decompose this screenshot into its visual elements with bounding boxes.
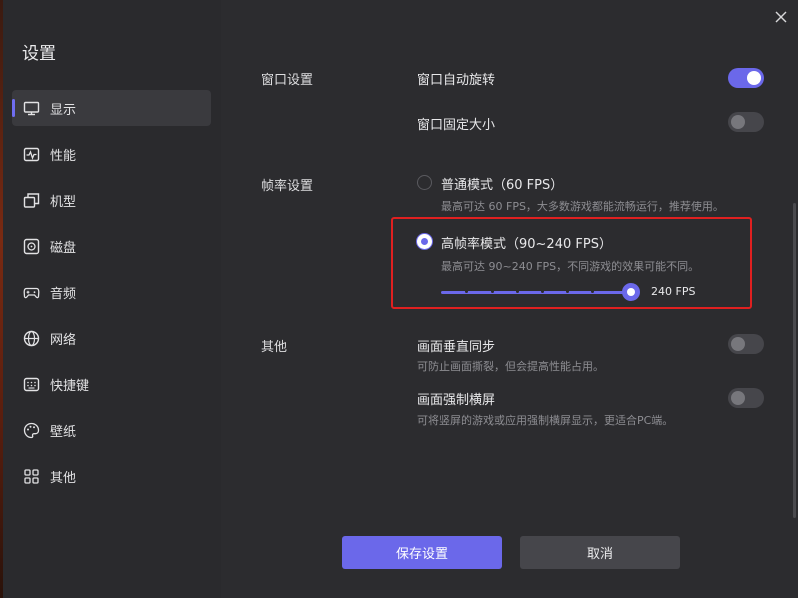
high-fps-mode-desc: 最高可达 90~240 FPS，不同游戏的效果可能不同。 <box>441 260 700 273</box>
gamepad-icon <box>23 284 40 301</box>
fps-value-label: 240 FPS <box>651 285 696 298</box>
sidebar-item-wallpaper[interactable]: 壁纸 <box>12 412 211 448</box>
sidebar-item-other[interactable]: 其他 <box>12 458 211 494</box>
high-fps-mode-radio[interactable] <box>417 234 432 249</box>
vsync-toggle[interactable] <box>728 334 764 354</box>
sidebar-item-disk[interactable]: 磁盘 <box>12 228 211 264</box>
sidebar-item-label: 壁纸 <box>50 425 77 440</box>
auto-rotate-label: 窗口自动旋转 <box>417 73 496 88</box>
slider-tick <box>491 290 494 293</box>
fixed-size-toggle[interactable] <box>728 112 764 132</box>
normal-mode-label[interactable]: 普通模式（60 FPS） <box>441 174 563 193</box>
toggle-knob <box>731 337 745 351</box>
sidebar-item-label: 网络 <box>50 333 77 348</box>
performance-icon <box>23 146 40 163</box>
keyboard-icon <box>23 376 40 393</box>
sidebar-item-audio[interactable]: 音频 <box>12 274 211 310</box>
slider-tick <box>516 290 519 293</box>
slider-tick <box>541 290 544 293</box>
fps-slider-track[interactable] <box>441 291 631 294</box>
sidebar-item-label: 其他 <box>50 471 77 486</box>
toggle-knob <box>731 391 745 405</box>
slider-tick <box>591 290 594 293</box>
close-icon <box>775 11 787 23</box>
toggle-knob <box>747 71 761 85</box>
save-button[interactable]: 保存设置 <box>342 536 502 569</box>
sidebar-item-shortcuts[interactable]: 快捷键 <box>12 366 211 402</box>
toggle-knob <box>731 115 745 129</box>
sidebar-item-label: 快捷键 <box>50 379 90 394</box>
vsync-desc: 可防止画面撕裂，但会提高性能占用。 <box>417 360 604 373</box>
sidebar-item-device-model[interactable]: 机型 <box>12 182 211 218</box>
settings-sidebar: 设置 显示 性能 机型 磁盘 音频 网络 快捷键 壁纸 其他 <box>3 0 221 598</box>
monitor-icon <box>23 100 40 117</box>
sidebar-title: 设置 <box>22 44 56 64</box>
fps-slider-handle[interactable] <box>622 283 640 301</box>
sidebar-item-label: 显示 <box>50 103 77 118</box>
section-label-window: 窗口设置 <box>261 73 314 88</box>
slider-tick <box>465 290 468 293</box>
disk-icon <box>23 238 40 255</box>
force-landscape-desc: 可将竖屏的游戏或应用强制横屏显示，更适合PC端。 <box>417 414 674 427</box>
device-model-icon <box>23 192 40 209</box>
force-landscape-label: 画面强制横屏 <box>417 393 496 408</box>
fixed-size-label: 窗口固定大小 <box>417 118 496 133</box>
auto-rotate-toggle[interactable] <box>728 68 764 88</box>
sidebar-item-network[interactable]: 网络 <box>12 320 211 356</box>
section-label-framerate: 帧率设置 <box>261 179 314 194</box>
cancel-button[interactable]: 取消 <box>520 536 680 569</box>
section-label-other: 其他 <box>261 340 288 355</box>
normal-mode-desc: 最高可达 60 FPS，大多数游戏都能流畅运行，推荐使用。 <box>441 200 724 213</box>
grid-icon <box>23 468 40 485</box>
vsync-label: 画面垂直同步 <box>417 340 496 355</box>
sidebar-item-performance[interactable]: 性能 <box>12 136 211 172</box>
sidebar-item-label: 机型 <box>50 195 77 210</box>
high-fps-mode-label[interactable]: 高帧率模式（90~240 FPS） <box>441 233 612 252</box>
sidebar-item-label: 性能 <box>50 149 77 164</box>
normal-mode-radio[interactable] <box>417 175 432 190</box>
sidebar-item-label: 磁盘 <box>50 241 77 256</box>
slider-tick <box>566 290 569 293</box>
sidebar-item-label: 音频 <box>50 287 77 302</box>
sidebar-item-display[interactable]: 显示 <box>12 90 211 126</box>
force-landscape-toggle[interactable] <box>728 388 764 408</box>
globe-icon <box>23 330 40 347</box>
content-scrollbar[interactable] <box>793 203 796 518</box>
palette-icon <box>23 422 40 439</box>
close-button[interactable] <box>772 8 790 26</box>
